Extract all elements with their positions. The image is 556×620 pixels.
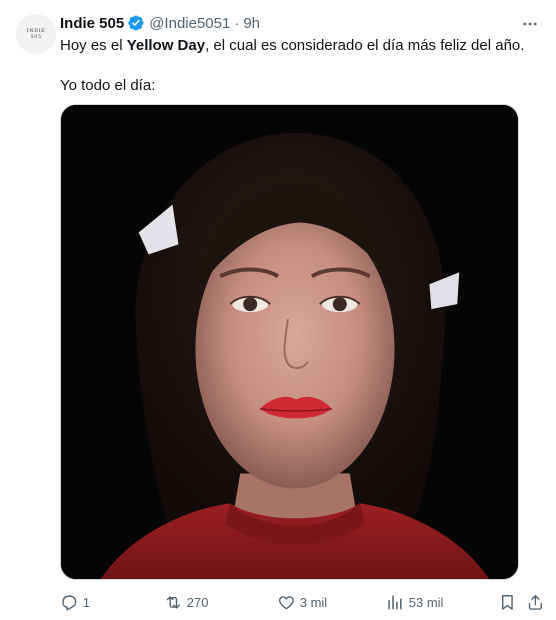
repost-button[interactable]: 270 [164, 590, 208, 614]
author-name[interactable]: Indie 505 [60, 15, 124, 32]
tweet-text: Hoy es el Yellow Day, el cual es conside… [60, 36, 530, 96]
like-count: 3 mil [299, 594, 328, 610]
more-icon[interactable] [520, 14, 540, 34]
views-count: 53 mil [408, 594, 444, 610]
separator-dot: · [234, 14, 240, 32]
tweet-media-photo[interactable] [60, 104, 519, 580]
tweet-text-line2: Yo todo el día: [60, 77, 156, 94]
action-bar: 1 270 3 mil 53 mil [60, 590, 544, 614]
tweet-text-line1: Hoy es el Yellow Day, el cual es conside… [60, 36, 530, 56]
share-icon [528, 594, 542, 610]
avatar-text-line2: 505 [30, 34, 42, 40]
reply-icon [62, 595, 77, 611]
share-button[interactable] [526, 590, 545, 614]
reply-count: 1 [82, 594, 90, 610]
tweet-header: Indie 505 @Indie5051 · 9h [60, 12, 260, 34]
avatar[interactable]: INDIE 505 [16, 14, 56, 54]
like-icon [278, 595, 294, 609]
verified-badge-icon[interactable] [127, 14, 145, 32]
views-button[interactable]: 53 mil [386, 590, 443, 614]
text-before-bold: Hoy es el [60, 37, 127, 54]
author-handle[interactable]: @Indie5051 [149, 15, 230, 32]
bookmark-button[interactable] [498, 590, 517, 614]
text-after-bold: , el cual es considerado el día más feli… [205, 37, 525, 54]
views-icon [388, 594, 402, 610]
bookmark-icon [501, 594, 513, 610]
tweet-card[interactable]: INDIE 505 Indie 505 @Indie5051 · 9h Hoy … [0, 0, 556, 620]
reply-button[interactable]: 1 [60, 590, 90, 614]
portrait-photo [61, 105, 518, 579]
repost-icon [166, 595, 180, 609]
like-button[interactable]: 3 mil [277, 590, 327, 614]
timestamp[interactable]: 9h [243, 15, 260, 32]
repost-count: 270 [186, 594, 209, 610]
text-bold-yellow-day: Yellow Day [126, 37, 206, 54]
